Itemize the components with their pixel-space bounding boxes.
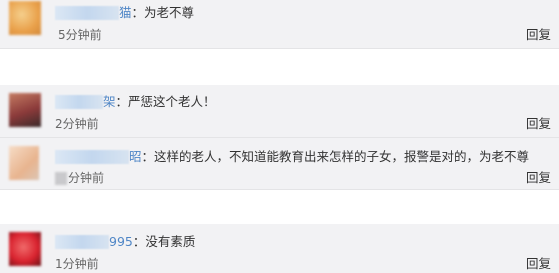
username[interactable]: 昭 [129, 147, 142, 167]
comment-text: ：没有素质 [132, 234, 196, 249]
separator [0, 49, 559, 85]
username-blurred[interactable] [55, 6, 119, 20]
avatar[interactable] [9, 232, 41, 266]
timestamp: 5分钟前 [58, 28, 102, 42]
username[interactable]: 架 [103, 92, 116, 112]
avatar[interactable] [9, 93, 41, 127]
username-blurred[interactable] [55, 150, 129, 164]
separator [0, 190, 559, 224]
comment-line: 995 ：没有素质 [55, 232, 195, 252]
reply-button[interactable]: 回复 [526, 26, 551, 44]
reply-button[interactable]: 回复 [526, 115, 551, 133]
comment-card: 昭 ：这样的老人，不知道能教育出来怎样的子女，报警是对的，为老不尊 分钟前 回复 [0, 138, 559, 190]
username[interactable]: 猫 [119, 3, 132, 23]
reply-button[interactable]: 回复 [526, 169, 551, 187]
comment-line: 架 ：严惩这个老人！ [55, 92, 216, 112]
comment-card: 猫 ：为老不尊 5分钟前 回复 [0, 0, 559, 49]
comment-line: 猫 ：为老不尊 [55, 3, 194, 23]
comment-line: 昭 ：这样的老人，不知道能教育出来怎样的子女，报警是对的，为老不尊 [55, 147, 529, 167]
timestamp: 1分钟前 [55, 257, 99, 271]
comment-card: 995 ：没有素质 1分钟前 回复 [0, 224, 559, 273]
timestamp: 分钟前 [68, 171, 105, 185]
comment-card: 架 ：严惩这个老人！ 2分钟前 回复 [0, 85, 559, 138]
username[interactable]: 995 [109, 232, 133, 252]
username-blurred[interactable] [55, 95, 103, 109]
avatar[interactable] [9, 1, 41, 35]
comment-text: ：为老不尊 [131, 5, 195, 20]
timestamp: 2分钟前 [55, 117, 99, 131]
avatar[interactable] [9, 146, 39, 180]
comment-text: ：严惩这个老人！ [115, 94, 216, 109]
reply-button[interactable]: 回复 [526, 255, 551, 273]
comment-text: ：这样的老人，不知道能教育出来怎样的子女，报警是对的，为老不尊 [141, 149, 530, 164]
timestamp-row: 分钟前 [55, 169, 104, 187]
username-blurred[interactable] [55, 235, 109, 249]
timestamp-blurred [55, 172, 67, 185]
